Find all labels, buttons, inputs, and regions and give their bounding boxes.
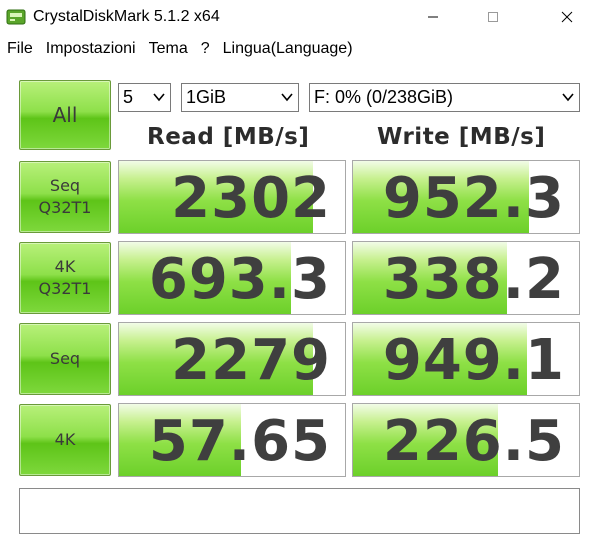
test-button-label-1: 4K — [54, 257, 76, 276]
minimize-icon — [428, 16, 438, 18]
menu-settings[interactable]: Impostazioni — [46, 40, 136, 58]
all-button[interactable]: All — [19, 80, 111, 150]
maximize-button[interactable] — [470, 0, 516, 34]
write-value: 226.5 — [382, 408, 565, 474]
test-button-4k[interactable]: 4K — [19, 404, 111, 476]
chevron-down-icon — [562, 93, 574, 102]
menu-file[interactable]: File — [7, 40, 33, 58]
test-button-label-1: 4K — [54, 430, 76, 449]
write-header: Write [MB/s] — [377, 124, 546, 150]
benchmark-panel: All 5 1GiB F: 0% (0/238GiB) Read [MB/s] … — [0, 66, 598, 544]
test-size-value: 1GiB — [186, 87, 227, 107]
test-button-seq[interactable]: Seq — [19, 323, 111, 395]
write-result-seq: 949.1 — [352, 322, 580, 396]
read-result-4k: 57.65 — [118, 403, 346, 477]
write-result-seq-q32t1: 952.3 — [352, 160, 580, 234]
menu-bar: File Impostazioni Tema ? Lingua(Language… — [0, 34, 598, 64]
read-value: 57.65 — [148, 408, 331, 474]
read-result-seq-q32t1: 2302 — [118, 160, 346, 234]
write-value: 949.1 — [382, 327, 565, 393]
read-value: 2302 — [171, 165, 331, 231]
test-count-select[interactable]: 5 — [118, 83, 171, 112]
test-button-4k-q32t1[interactable]: 4K Q32T1 — [19, 242, 111, 314]
close-button[interactable] — [544, 0, 590, 34]
chevron-down-icon — [153, 93, 165, 102]
write-result-4k: 226.5 — [352, 403, 580, 477]
read-result-seq: 2279 — [118, 322, 346, 396]
test-button-label-1: Seq — [49, 349, 81, 368]
test-button-label-1: Seq — [49, 176, 81, 195]
maximize-icon — [488, 12, 498, 22]
read-header: Read [MB/s] — [147, 124, 310, 150]
test-button-label-2: Q32T1 — [38, 279, 92, 298]
status-comment-field[interactable] — [19, 488, 580, 534]
read-value: 693.3 — [148, 246, 331, 312]
minimize-button[interactable] — [410, 0, 456, 34]
read-result-4k-q32t1: 693.3 — [118, 241, 346, 315]
test-size-select[interactable]: 1GiB — [181, 83, 299, 112]
read-value: 2279 — [171, 327, 331, 393]
test-button-seq-q32t1[interactable]: Seq Q32T1 — [19, 161, 111, 233]
chevron-down-icon — [281, 93, 293, 102]
drive-value: F: 0% (0/238GiB) — [314, 87, 454, 107]
write-value: 338.2 — [382, 246, 565, 312]
close-icon — [561, 11, 573, 23]
window-title: CrystalDiskMark 5.1.2 x64 — [33, 8, 220, 25]
write-result-4k-q32t1: 338.2 — [352, 241, 580, 315]
drive-select[interactable]: F: 0% (0/238GiB) — [309, 83, 580, 112]
menu-theme[interactable]: Tema — [149, 40, 188, 58]
app-disk-icon — [6, 9, 26, 25]
menu-help[interactable]: ? — [201, 40, 210, 58]
title-bar: CrystalDiskMark 5.1.2 x64 — [0, 0, 598, 34]
write-value: 952.3 — [382, 165, 565, 231]
test-count-value: 5 — [123, 87, 134, 107]
menu-language[interactable]: Lingua(Language) — [223, 40, 353, 58]
test-button-label-2: Q32T1 — [38, 198, 92, 217]
